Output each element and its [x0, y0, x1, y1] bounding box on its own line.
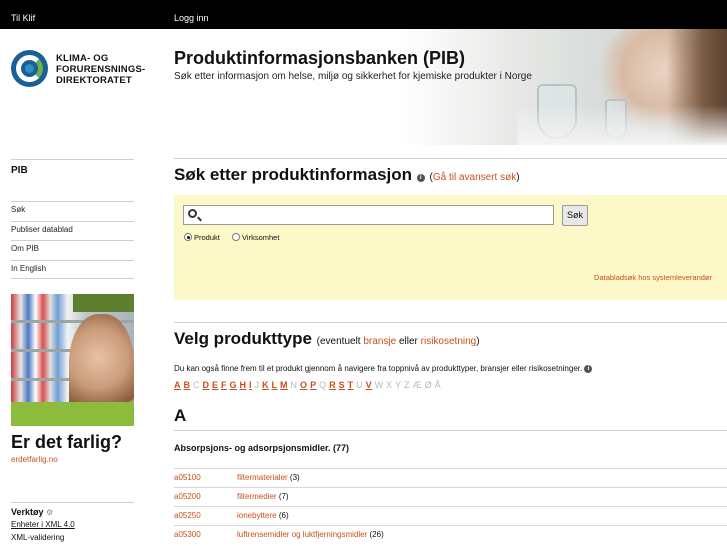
alphabet-letter-I[interactable]: I [249, 380, 252, 390]
login-link[interactable]: Logg inn [174, 13, 209, 23]
tools-heading: Verktøy [11, 507, 44, 517]
sidebar-item-search[interactable]: Søk [11, 201, 134, 221]
row-count: (26) [369, 530, 384, 539]
alphabet-letter-Q: Q [319, 380, 327, 390]
promo-link[interactable]: erdetfarlig.no [11, 455, 58, 464]
banner-photo [397, 29, 727, 145]
alphabet-letter-N: N [290, 380, 298, 390]
sidebar: PIB Søk Publiser datablad Om PIB In Engl… [11, 159, 134, 279]
row-code[interactable]: a05200 [174, 492, 201, 501]
sidebar-item-english[interactable]: In English [11, 259, 134, 279]
row-count: (3) [289, 473, 300, 482]
alphabet-letter-U: U [356, 380, 364, 390]
group-title: Absorpsjons- og adsorpsjonsmidler. (77) [174, 443, 350, 453]
table-row: a05250 ionebyttere (6) [174, 506, 727, 525]
row-count: (6) [278, 511, 289, 520]
alphabet-letter-V[interactable]: V [366, 380, 373, 390]
logo-text: KLIMA- OG FORURENSNINGS- DIREKTORATET [56, 53, 146, 86]
table-row: a05200 filtermedier (7) [174, 487, 727, 506]
alphabet-nav: ABCDEFGHIJKLMNOPQRSTUVWXYZÆØÅ [174, 380, 444, 390]
page-title: Produktinformasjonsbanken (PIB) [174, 48, 466, 68]
logo-icon [11, 50, 48, 87]
page-subtitle: Søk etter informasjon om helse, miljø og… [174, 71, 532, 82]
top-bar: Til Klif Logg inn [0, 0, 727, 29]
alphabet-letter-Z: Z [404, 380, 411, 390]
alphabet-letter-G[interactable]: G [230, 380, 238, 390]
alphabet-letter-X: X [386, 380, 393, 390]
alphabet-letter-D[interactable]: D [203, 380, 210, 390]
row-name-link[interactable]: filtermaterialer [237, 473, 288, 482]
radio-product[interactable]: Produkt [184, 233, 220, 242]
tools-link-xml-validation[interactable]: XML-validering [11, 533, 134, 546]
promo-banner[interactable]: Er det farlig? erdetfarlig.no [11, 294, 134, 472]
info-icon[interactable]: i [416, 174, 425, 182]
sidebar-heading: PIB [11, 165, 28, 176]
row-code[interactable]: a05100 [174, 473, 201, 482]
alphabet-letter-L[interactable]: L [272, 380, 278, 390]
home-link[interactable]: Til Klif [11, 13, 35, 23]
row-name-link[interactable]: filtermedier [237, 492, 277, 501]
alphabet-letter-B[interactable]: B [184, 380, 191, 390]
radio-company[interactable]: Virksomhet [232, 233, 279, 242]
tools-link-units-xml[interactable]: Enheter i XML 4.0 [11, 520, 134, 533]
search-heading: Søk etter produktinformasjon [174, 165, 413, 184]
search-input[interactable] [183, 205, 554, 225]
row-code[interactable]: a05250 [174, 511, 201, 520]
search-icon [188, 209, 197, 218]
table-row: a05300 luftrensemidler og luktfjerningsm… [174, 525, 727, 544]
search-heading-row: Søk etter produktinformasjon i (Gå til a… [174, 165, 520, 184]
alphabet-letter-M[interactable]: M [280, 380, 288, 390]
search-button[interactable]: Søk [562, 205, 588, 226]
divider [174, 430, 727, 431]
info-icon[interactable]: i [584, 365, 593, 373]
agency-logo[interactable]: KLIMA- OG FORURENSNINGS- DIREKTORATET [11, 50, 171, 90]
alphabet-letter-W: W [374, 380, 384, 390]
alphabet-letter-C: C [193, 380, 200, 390]
current-letter-heading: A [174, 406, 187, 425]
alphabet-letter-S[interactable]: S [339, 380, 346, 390]
advanced-search-link[interactable]: Gå til avansert søk [433, 172, 516, 183]
main-content: Søk etter produktinformasjon i (Gå til a… [174, 158, 727, 185]
product-type-description: Du kan også finne frem til et produkt gj… [174, 364, 593, 373]
sidebar-item-publish-datasheet[interactable]: Publiser datablad [11, 220, 134, 241]
alphabet-letter-O[interactable]: O [300, 380, 308, 390]
alphabet-letter-H[interactable]: H [240, 380, 247, 390]
industry-link[interactable]: bransje [363, 336, 396, 347]
search-panel: Søk Produkt Virksomhet Databladsøk hos s… [174, 195, 727, 300]
datasheet-search-link[interactable]: Databladsøk hos systemleverandør [594, 273, 712, 282]
alphabet-letter-Y: Y [395, 380, 402, 390]
divider [174, 322, 727, 323]
product-type-list: a05100 filtermaterialer (3) a05200 filte… [174, 468, 727, 544]
alphabet-letter-J: J [254, 380, 260, 390]
risk-phrase-link[interactable]: risikosetning [421, 336, 477, 347]
alphabet-letter-Æ: Æ [412, 380, 423, 390]
alphabet-letter-Å: Å [434, 380, 442, 390]
alphabet-letter-K[interactable]: K [262, 380, 269, 390]
alphabet-letter-P[interactable]: P [310, 380, 317, 390]
row-count: (7) [278, 492, 289, 501]
product-type-heading-row: Velg produkttype (eventuelt bransje elle… [174, 329, 480, 348]
search-type-radios: Produkt Virksomhet [184, 233, 279, 242]
alphabet-letter-R[interactable]: R [329, 380, 336, 390]
table-row: a05100 filtermaterialer (3) [174, 468, 727, 487]
product-type-heading: Velg produkttype [174, 329, 312, 348]
row-name-link[interactable]: ionebyttere [237, 511, 277, 520]
row-name-link[interactable]: luftrensemidler og luktfjerningsmidler [237, 530, 367, 539]
sidebar-item-about[interactable]: Om PIB [11, 240, 134, 260]
alphabet-letter-F[interactable]: F [221, 380, 227, 390]
wrench-icon: ⚙ [46, 508, 54, 517]
tools-section: Verktøy ⚙ Enheter i XML 4.0 XML-valideri… [11, 502, 134, 546]
alphabet-letter-T[interactable]: T [348, 380, 354, 390]
promo-question: Er det farlig? [11, 432, 123, 452]
alphabet-letter-A[interactable]: A [174, 380, 181, 390]
alphabet-letter-Ø: Ø [424, 380, 433, 390]
row-code[interactable]: a05300 [174, 530, 201, 539]
alphabet-letter-E[interactable]: E [212, 380, 219, 390]
